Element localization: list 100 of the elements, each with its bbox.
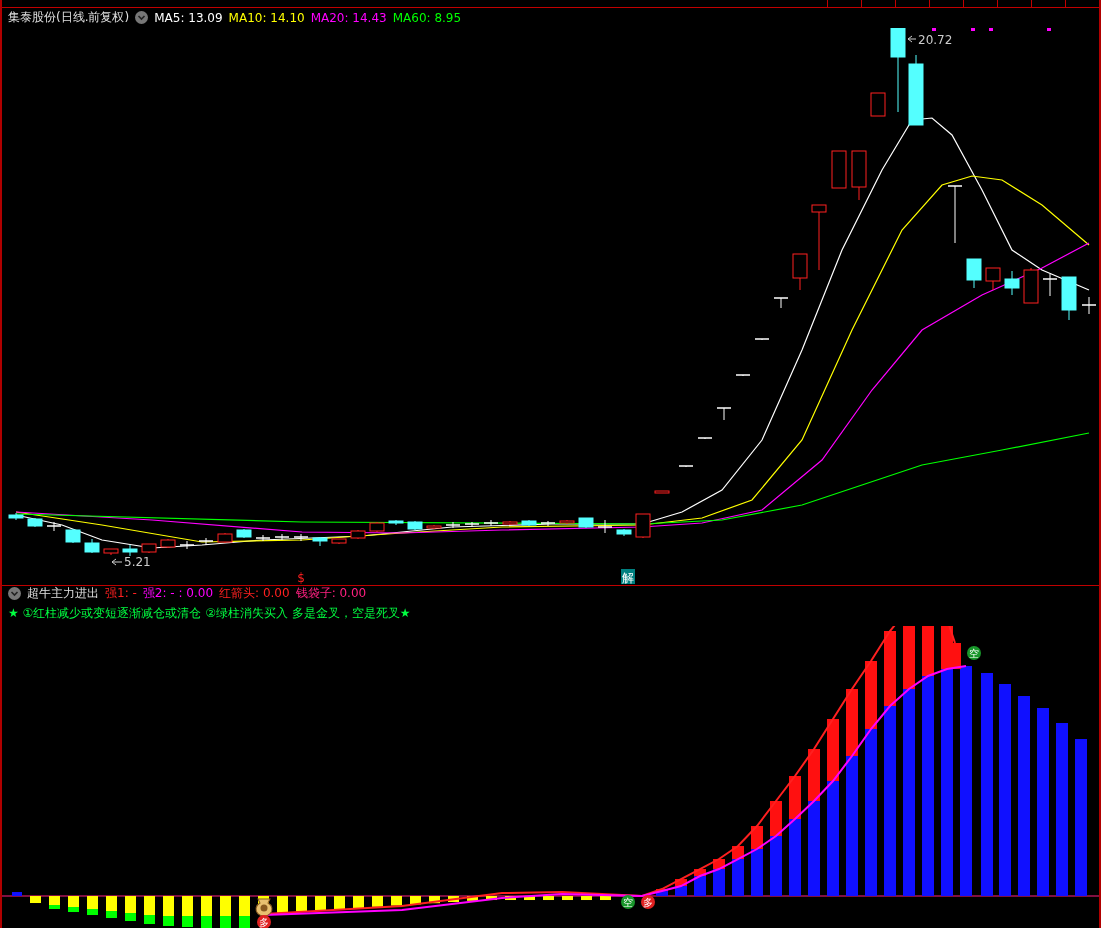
indicator-bar: [277, 896, 288, 913]
candlestick: [540, 520, 556, 527]
candlestick: [388, 519, 404, 526]
money-bag-icon: [255, 898, 273, 917]
candlestick: [1081, 296, 1097, 315]
candlestick: [274, 533, 290, 541]
low-price-arrow: [111, 558, 123, 566]
moving-average-value: MA5: 13.09: [154, 11, 223, 25]
indicator-bar: [163, 896, 174, 926]
indicator-bar: [87, 896, 98, 915]
histogram-bar: [713, 869, 725, 896]
candlestick: [735, 374, 751, 377]
candlestick: [369, 521, 385, 533]
candlestick: [65, 528, 81, 544]
histogram-bar: [751, 849, 763, 896]
candlestick: [217, 532, 233, 544]
histogram-top-bar: [903, 626, 915, 689]
dropdown-icon[interactable]: [8, 587, 21, 601]
candlestick: [464, 521, 480, 528]
candlestick: [985, 267, 1001, 291]
indicator-bar: [486, 896, 497, 900]
histogram-bar: [656, 891, 668, 896]
candlestick: [1023, 267, 1039, 304]
indicator-bar: [30, 896, 41, 903]
indicator-legend: ★ ①红柱减少或变短逐渐减仓或清仓 ②绿柱消失买入 多是金叉，空是死叉★: [8, 605, 411, 623]
histogram-top-bar: [751, 826, 763, 849]
candlestick: [697, 437, 713, 440]
histogram-top-bar: [922, 626, 934, 676]
indicator-value: 强2: - : 0.00: [142, 585, 214, 603]
indicator-bar: [505, 896, 516, 900]
histogram-top-bar: [865, 661, 877, 729]
candlestick: [502, 520, 518, 526]
candlestick: [1042, 273, 1058, 297]
histogram-top-bar: [808, 749, 820, 801]
histogram-top-bar: [713, 859, 725, 869]
histogram-bar: [694, 876, 706, 896]
indicator-bar: [581, 896, 592, 900]
candlestick: [966, 258, 982, 289]
indicator-bar: [106, 896, 117, 918]
indicator-bar: [353, 896, 364, 908]
indicator-bar: [315, 896, 326, 911]
indicator-bar: [391, 896, 402, 906]
candlestick: [792, 253, 808, 291]
candlestick: [908, 54, 924, 126]
candlestick: [851, 150, 867, 201]
candlestick: [1004, 270, 1020, 296]
candlestick: [521, 519, 537, 527]
indicator-bar: [467, 896, 478, 901]
indicator-bar: [49, 896, 60, 909]
candlestick: [141, 543, 157, 554]
candlestick: [293, 533, 309, 542]
indicator-bar: [125, 896, 136, 921]
candlestick: [831, 150, 847, 189]
indicator-bar: [600, 896, 611, 900]
candlestick: [578, 517, 594, 529]
candlestick: [616, 528, 632, 537]
candlestick: [84, 538, 100, 554]
candlestick: [255, 534, 271, 542]
histogram-bar: [770, 836, 782, 896]
dollar-signal: $: [297, 571, 305, 585]
moving-average-value: MA60: 8.95: [392, 11, 462, 25]
histogram-bar: [732, 859, 744, 896]
candlestick: [103, 548, 119, 556]
candlestick: [635, 513, 651, 539]
signal-marker: 多: [257, 915, 271, 928]
candlestick: [122, 544, 138, 557]
stock-title: 集泰股份(日线.前复权): [8, 9, 130, 27]
indicator-bar: [448, 896, 459, 902]
indicator-bar: [296, 896, 307, 912]
indicator-bar: [201, 896, 212, 928]
indicator-value: 红箭头: 0.00: [219, 585, 290, 603]
histogram-bar: [12, 892, 22, 896]
histogram-bar: [675, 886, 687, 896]
candlestick: [350, 529, 366, 540]
indicator-bar: [182, 896, 193, 927]
histogram-top-bar: [675, 879, 687, 886]
indicator-bar: [429, 896, 440, 904]
indicator-bar: [144, 896, 155, 924]
candlestick: [947, 185, 963, 244]
histogram-top-bar: [846, 689, 858, 756]
moving-average-value: MA20: 14.43: [310, 11, 387, 25]
candlestick: [1061, 276, 1077, 321]
candlestick: [179, 540, 195, 550]
high-price-label: 20.72: [918, 33, 953, 47]
candlestick: [27, 517, 43, 528]
candlestick: [445, 521, 461, 529]
candlestick: [312, 536, 328, 547]
indicator-value: 强1: -: [105, 585, 137, 603]
moving-average-value: MA10: 14.10: [228, 11, 305, 25]
signal-marker: 空: [621, 895, 635, 909]
high-price-arrow: [907, 35, 917, 43]
indicator-bar: [524, 896, 535, 900]
candlestick: [160, 538, 176, 549]
candlestick: [236, 528, 252, 539]
histogram-top-bar: [789, 776, 801, 819]
indicator-bar: [543, 896, 554, 900]
dropdown-icon[interactable]: [135, 11, 149, 25]
candlestick: [716, 407, 732, 421]
indicator-bar: [562, 896, 573, 900]
signal-marker: 多: [641, 895, 655, 909]
